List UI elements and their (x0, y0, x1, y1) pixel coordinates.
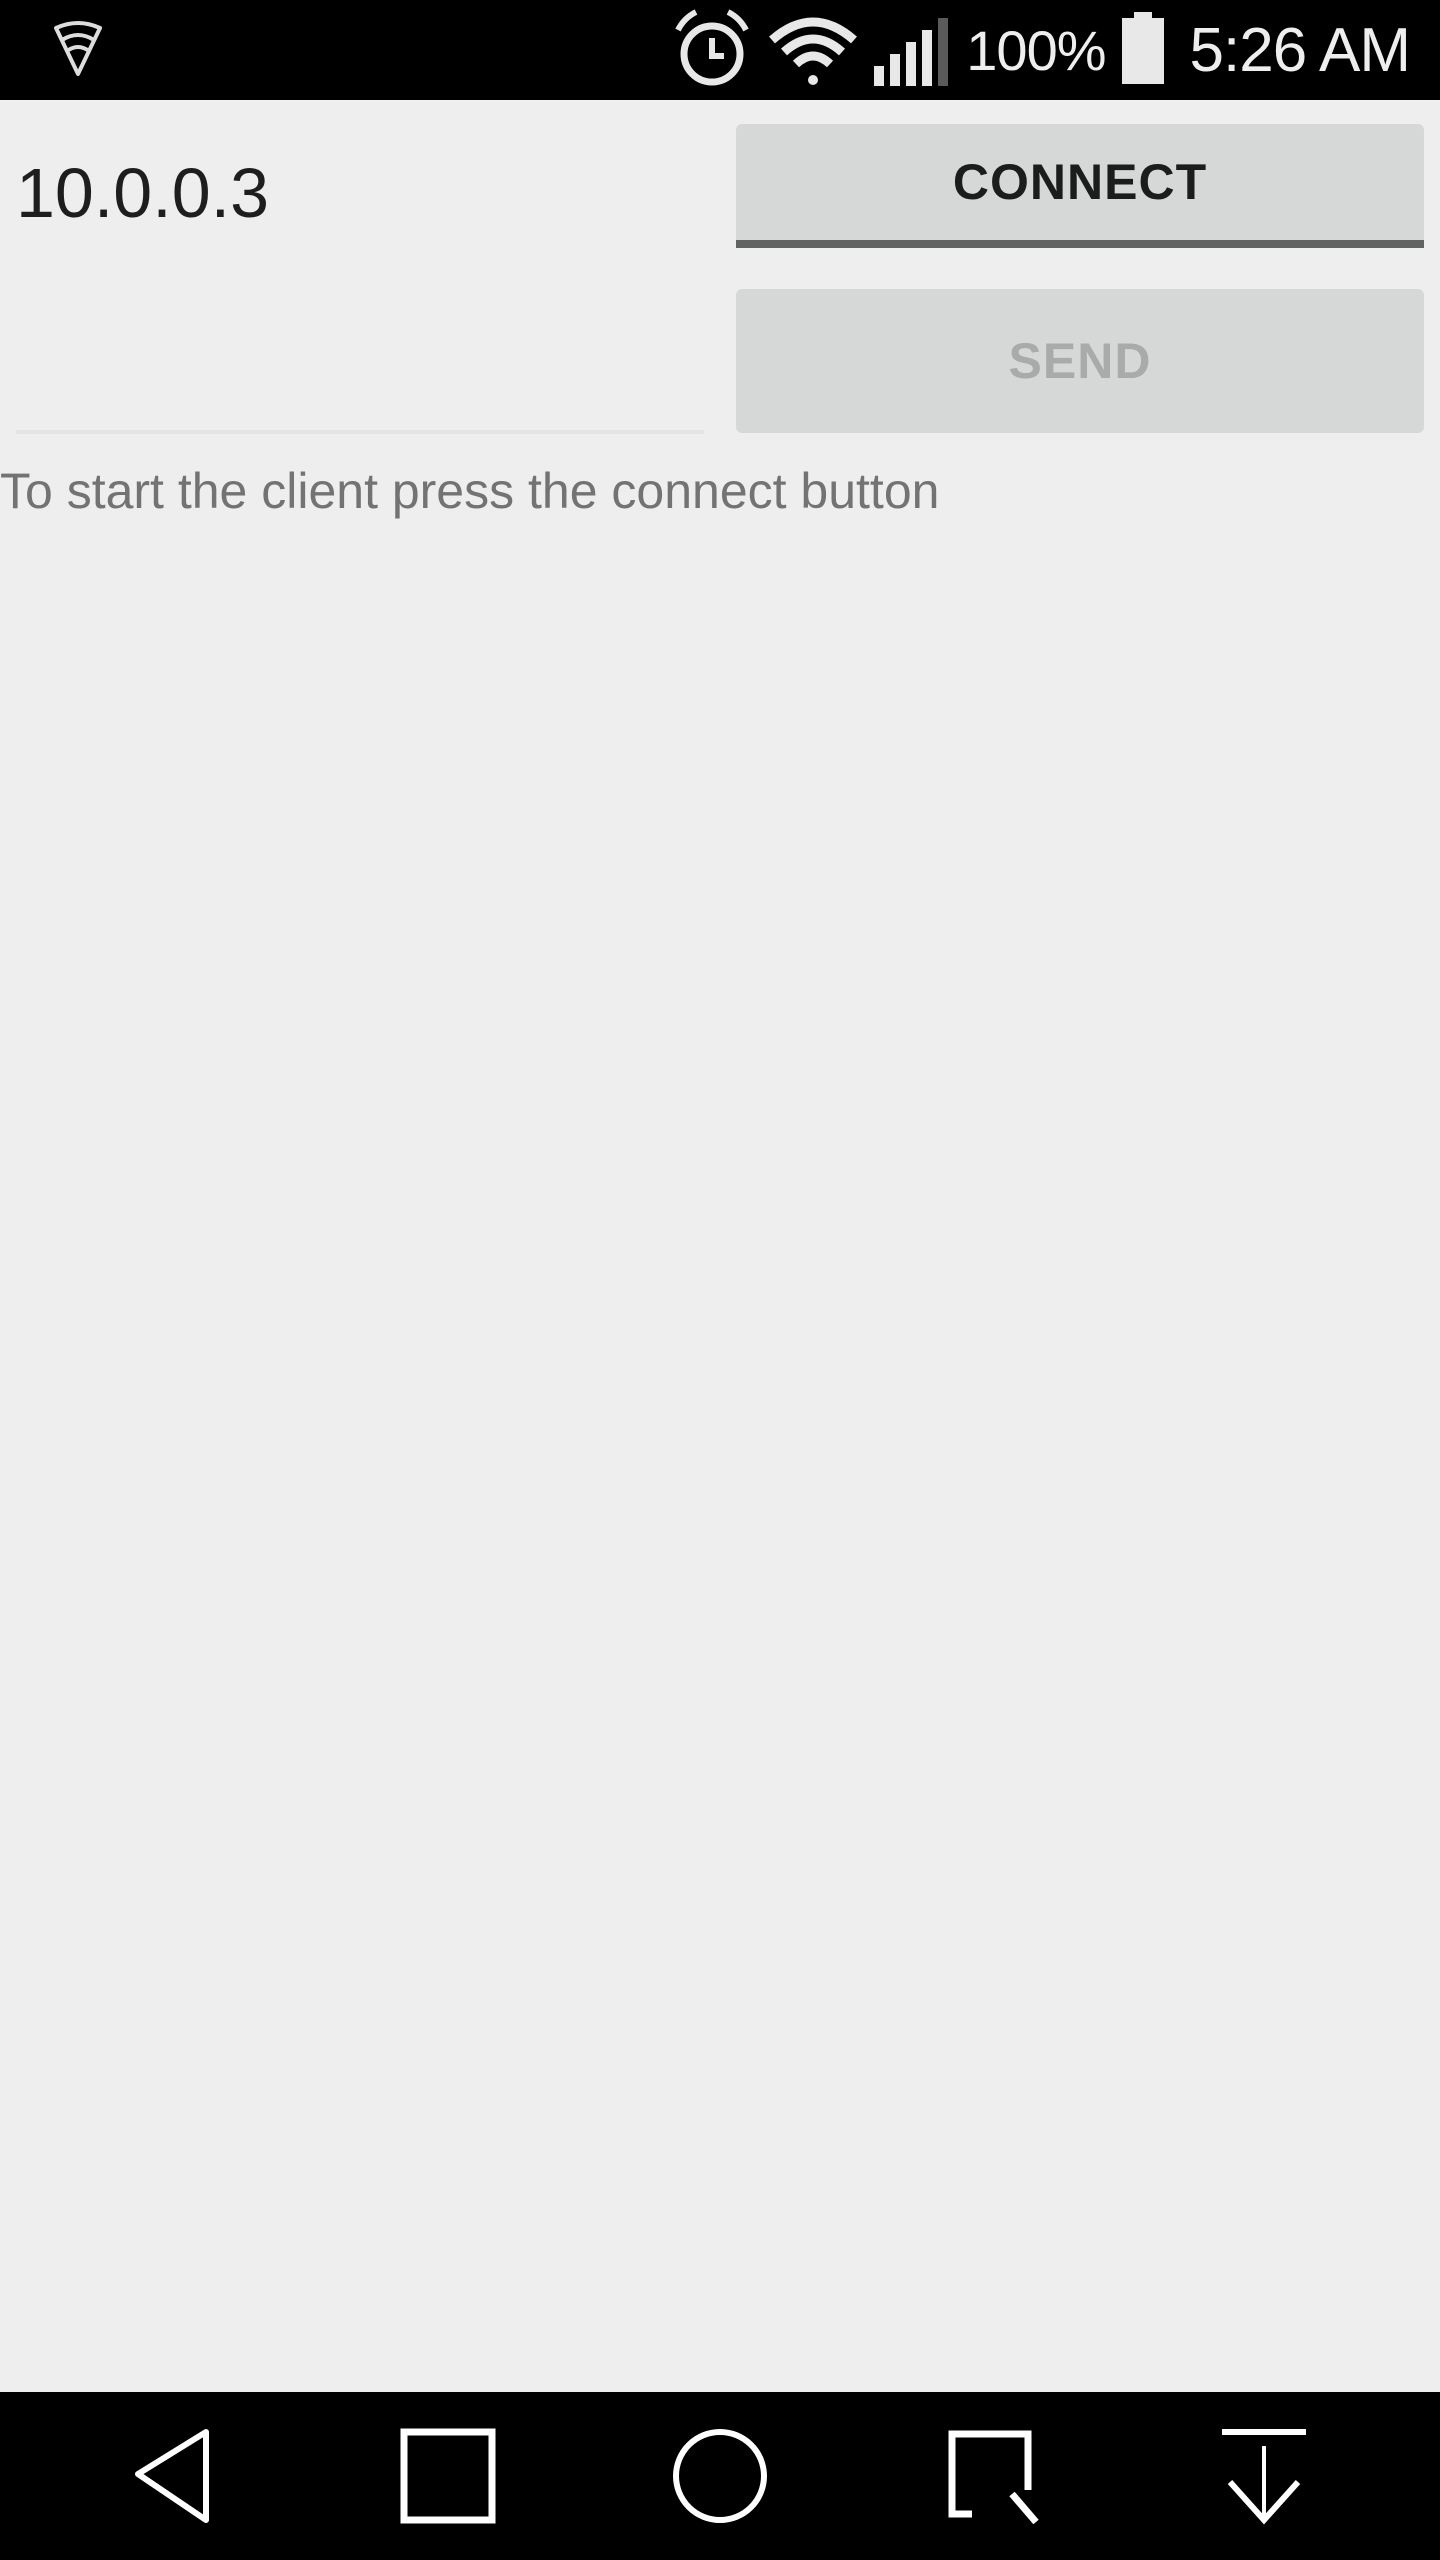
ip-address-input[interactable]: 10.0.0.3 (16, 124, 704, 274)
capture-icon (948, 2430, 1039, 2525)
navigation-bar (0, 2392, 1440, 2560)
clock-time: 5:26 AM (1189, 15, 1411, 85)
send-button[interactable]: SEND (736, 289, 1424, 433)
lookout-shield-icon (48, 18, 108, 78)
home-button[interactable] (650, 2416, 790, 2536)
notification-pull-button[interactable] (1194, 2416, 1334, 2536)
signal-icon (872, 8, 952, 93)
capture-button[interactable] (922, 2416, 1062, 2536)
battery-icon (1120, 8, 1166, 93)
recents-button[interactable] (378, 2416, 518, 2536)
connect-button[interactable]: CONNECT (736, 124, 1424, 248)
status-bar: 100% 5:26 AM (0, 0, 1440, 100)
back-icon (135, 2429, 209, 2523)
main-content: 10.0.0.3 CONNECT SEND To start the clien… (0, 100, 1440, 2392)
status-message: To start the client press the connect bu… (0, 463, 940, 519)
home-icon (673, 2429, 767, 2523)
alarm-clock-icon (670, 8, 754, 93)
arrow-down-icon (1222, 2429, 1306, 2525)
recents-icon (400, 2428, 496, 2524)
back-button[interactable] (106, 2416, 246, 2536)
wifi-icon (768, 8, 858, 93)
message-input[interactable] (16, 290, 704, 434)
battery-percent: 100% (966, 18, 1106, 82)
